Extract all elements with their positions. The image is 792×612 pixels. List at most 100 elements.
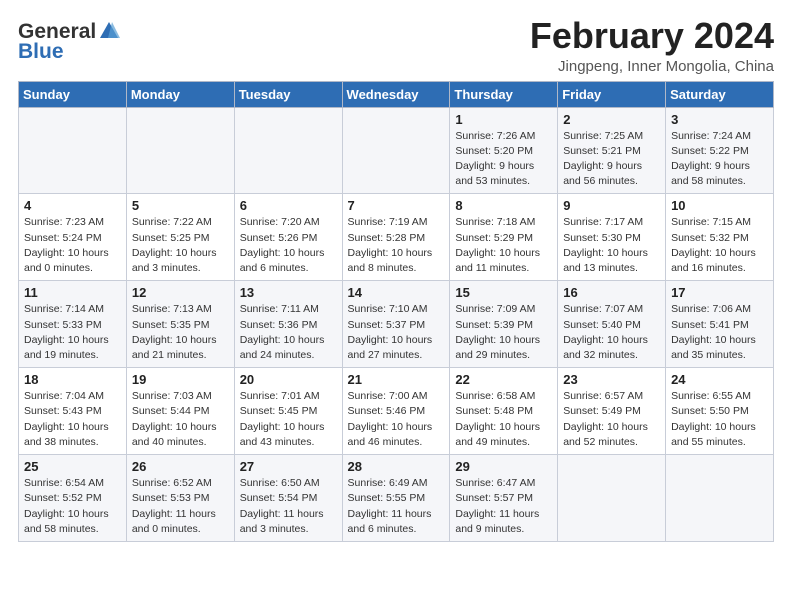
- day-number: 28: [348, 459, 445, 474]
- day-number: 5: [132, 198, 229, 213]
- calendar-cell: 26Sunrise: 6:52 AMSunset: 5:53 PMDayligh…: [126, 455, 234, 542]
- day-number: 4: [24, 198, 121, 213]
- day-info: Sunrise: 7:09 AMSunset: 5:39 PMDaylight:…: [455, 302, 552, 363]
- weekday-header-tuesday: Tuesday: [234, 81, 342, 107]
- calendar-cell: 21 Sunrise: 7:00 AMSunset: 5:46 PMDayligh…: [342, 368, 450, 455]
- day-number: 8: [455, 198, 552, 213]
- day-info: Sunrise: 7:06 AMSunset: 5:41 PMDaylight:…: [671, 302, 768, 363]
- calendar-cell: 7 Sunrise: 7:19 AMSunset: 5:28 PMDaylight…: [342, 194, 450, 281]
- calendar-cell: 20Sunrise: 7:01 AMSunset: 5:45 PMDayligh…: [234, 368, 342, 455]
- calendar-cell: 22 Sunrise: 6:58 AMSunset: 5:48 PMDayligh…: [450, 368, 558, 455]
- day-number: 13: [240, 285, 337, 300]
- day-info: Sunrise: 7:17 AMSunset: 5:30 PMDaylight:…: [563, 215, 660, 276]
- day-number: 17: [671, 285, 768, 300]
- day-info: Sunrise: 7:07 AMSunset: 5:40 PMDaylight:…: [563, 302, 660, 363]
- day-info: Sunrise: 7:26 AMSunset: 5:20 PMDaylight:…: [455, 129, 552, 190]
- calendar-cell: 23 Sunrise: 6:57 AMSunset: 5:49 PMDayligh…: [558, 368, 666, 455]
- weekday-header-saturday: Saturday: [666, 81, 774, 107]
- day-number: 16: [563, 285, 660, 300]
- day-number: 29: [455, 459, 552, 474]
- day-number: 14: [348, 285, 445, 300]
- day-number: 1: [455, 112, 552, 127]
- calendar: SundayMondayTuesdayWednesdayThursdayFrid…: [18, 81, 774, 542]
- day-number: 27: [240, 459, 337, 474]
- day-info: Sunrise: 7:20 AMSunset: 5:26 PMDaylight:…: [240, 215, 337, 276]
- day-info: Sunrise: 7:04 AMSunset: 5:43 PMDaylight:…: [24, 389, 121, 450]
- week-row-3: 11 Sunrise: 7:14 AMSunset: 5:33 PMDayligh…: [19, 281, 774, 368]
- day-number: 21: [348, 372, 445, 387]
- calendar-cell: 12Sunrise: 7:13 AMSunset: 5:35 PMDayligh…: [126, 281, 234, 368]
- calendar-cell: 29Sunrise: 6:47 AMSunset: 5:57 PMDayligh…: [450, 455, 558, 542]
- calendar-cell: 18 Sunrise: 7:04 AMSunset: 5:43 PMDayligh…: [19, 368, 127, 455]
- day-info: Sunrise: 6:49 AMSunset: 5:55 PMDaylight:…: [348, 476, 445, 537]
- calendar-cell: 28 Sunrise: 6:49 AMSunset: 5:55 PMDayligh…: [342, 455, 450, 542]
- day-number: 6: [240, 198, 337, 213]
- calendar-cell: 24 Sunrise: 6:55 AMSunset: 5:50 PMDayligh…: [666, 368, 774, 455]
- logo: General Blue: [18, 20, 120, 64]
- calendar-cell: [558, 455, 666, 542]
- weekday-header-row: SundayMondayTuesdayWednesdayThursdayFrid…: [19, 81, 774, 107]
- location-title: Jingpeng, Inner Mongolia, China: [530, 58, 774, 75]
- calendar-cell: [19, 107, 127, 194]
- calendar-cell: 11 Sunrise: 7:14 AMSunset: 5:33 PMDayligh…: [19, 281, 127, 368]
- day-number: 18: [24, 372, 121, 387]
- calendar-cell: 9Sunrise: 7:17 AMSunset: 5:30 PMDaylight…: [558, 194, 666, 281]
- day-number: 10: [671, 198, 768, 213]
- weekday-header-friday: Friday: [558, 81, 666, 107]
- day-info: Sunrise: 7:01 AMSunset: 5:45 PMDaylight:…: [240, 389, 337, 450]
- calendar-cell: 4 Sunrise: 7:23 AMSunset: 5:24 PMDaylight…: [19, 194, 127, 281]
- logo-blue: Blue: [18, 40, 64, 64]
- calendar-cell: [342, 107, 450, 194]
- calendar-cell: [126, 107, 234, 194]
- weekday-header-monday: Monday: [126, 81, 234, 107]
- calendar-cell: 13 Sunrise: 7:11 AMSunset: 5:36 PMDayligh…: [234, 281, 342, 368]
- weekday-header-sunday: Sunday: [19, 81, 127, 107]
- day-number: 2: [563, 112, 660, 127]
- week-row-4: 18 Sunrise: 7:04 AMSunset: 5:43 PMDayligh…: [19, 368, 774, 455]
- calendar-cell: 14 Sunrise: 7:10 AMSunset: 5:37 PMDayligh…: [342, 281, 450, 368]
- day-info: Sunrise: 7:00 AMSunset: 5:46 PMDaylight:…: [348, 389, 445, 450]
- logo-icon: [98, 20, 120, 42]
- calendar-cell: 2 Sunrise: 7:25 AMSunset: 5:21 PMDaylight…: [558, 107, 666, 194]
- calendar-cell: 5 Sunrise: 7:22 AMSunset: 5:25 PMDaylight…: [126, 194, 234, 281]
- month-title: February 2024: [530, 16, 774, 56]
- day-number: 15: [455, 285, 552, 300]
- weekday-header-thursday: Thursday: [450, 81, 558, 107]
- day-number: 3: [671, 112, 768, 127]
- day-info: Sunrise: 6:50 AMSunset: 5:54 PMDaylight:…: [240, 476, 337, 537]
- day-number: 23: [563, 372, 660, 387]
- day-info: Sunrise: 7:03 AMSunset: 5:44 PMDaylight:…: [132, 389, 229, 450]
- calendar-cell: 1 Sunrise: 7:26 AMSunset: 5:20 PMDaylight…: [450, 107, 558, 194]
- day-info: Sunrise: 7:25 AMSunset: 5:21 PMDaylight:…: [563, 129, 660, 190]
- calendar-cell: 25Sunrise: 6:54 AMSunset: 5:52 PMDayligh…: [19, 455, 127, 542]
- day-number: 11: [24, 285, 121, 300]
- header: General Blue February 2024 Jingpeng, Inn…: [18, 16, 774, 75]
- day-info: Sunrise: 7:23 AMSunset: 5:24 PMDaylight:…: [24, 215, 121, 276]
- day-number: 24: [671, 372, 768, 387]
- day-info: Sunrise: 7:11 AMSunset: 5:36 PMDaylight:…: [240, 302, 337, 363]
- day-info: Sunrise: 7:22 AMSunset: 5:25 PMDaylight:…: [132, 215, 229, 276]
- week-row-1: 1 Sunrise: 7:26 AMSunset: 5:20 PMDaylight…: [19, 107, 774, 194]
- day-info: Sunrise: 6:55 AMSunset: 5:50 PMDaylight:…: [671, 389, 768, 450]
- day-number: 7: [348, 198, 445, 213]
- calendar-cell: 6 Sunrise: 7:20 AMSunset: 5:26 PMDaylight…: [234, 194, 342, 281]
- day-info: Sunrise: 7:14 AMSunset: 5:33 PMDaylight:…: [24, 302, 121, 363]
- calendar-cell: [234, 107, 342, 194]
- calendar-cell: 17 Sunrise: 7:06 AMSunset: 5:41 PMDayligh…: [666, 281, 774, 368]
- day-info: Sunrise: 7:19 AMSunset: 5:28 PMDaylight:…: [348, 215, 445, 276]
- day-info: Sunrise: 6:58 AMSunset: 5:48 PMDaylight:…: [455, 389, 552, 450]
- calendar-cell: 3Sunrise: 7:24 AMSunset: 5:22 PMDaylight…: [666, 107, 774, 194]
- day-number: 22: [455, 372, 552, 387]
- week-row-2: 4 Sunrise: 7:23 AMSunset: 5:24 PMDaylight…: [19, 194, 774, 281]
- calendar-cell: 19Sunrise: 7:03 AMSunset: 5:44 PMDayligh…: [126, 368, 234, 455]
- calendar-cell: 27 Sunrise: 6:50 AMSunset: 5:54 PMDayligh…: [234, 455, 342, 542]
- calendar-cell: 15 Sunrise: 7:09 AMSunset: 5:39 PMDayligh…: [450, 281, 558, 368]
- calendar-cell: 10Sunrise: 7:15 AMSunset: 5:32 PMDayligh…: [666, 194, 774, 281]
- week-row-5: 25Sunrise: 6:54 AMSunset: 5:52 PMDayligh…: [19, 455, 774, 542]
- day-info: Sunrise: 6:52 AMSunset: 5:53 PMDaylight:…: [132, 476, 229, 537]
- day-info: Sunrise: 7:10 AMSunset: 5:37 PMDaylight:…: [348, 302, 445, 363]
- page: General Blue February 2024 Jingpeng, Inn…: [0, 0, 792, 554]
- day-info: Sunrise: 6:57 AMSunset: 5:49 PMDaylight:…: [563, 389, 660, 450]
- day-number: 12: [132, 285, 229, 300]
- day-info: Sunrise: 6:54 AMSunset: 5:52 PMDaylight:…: [24, 476, 121, 537]
